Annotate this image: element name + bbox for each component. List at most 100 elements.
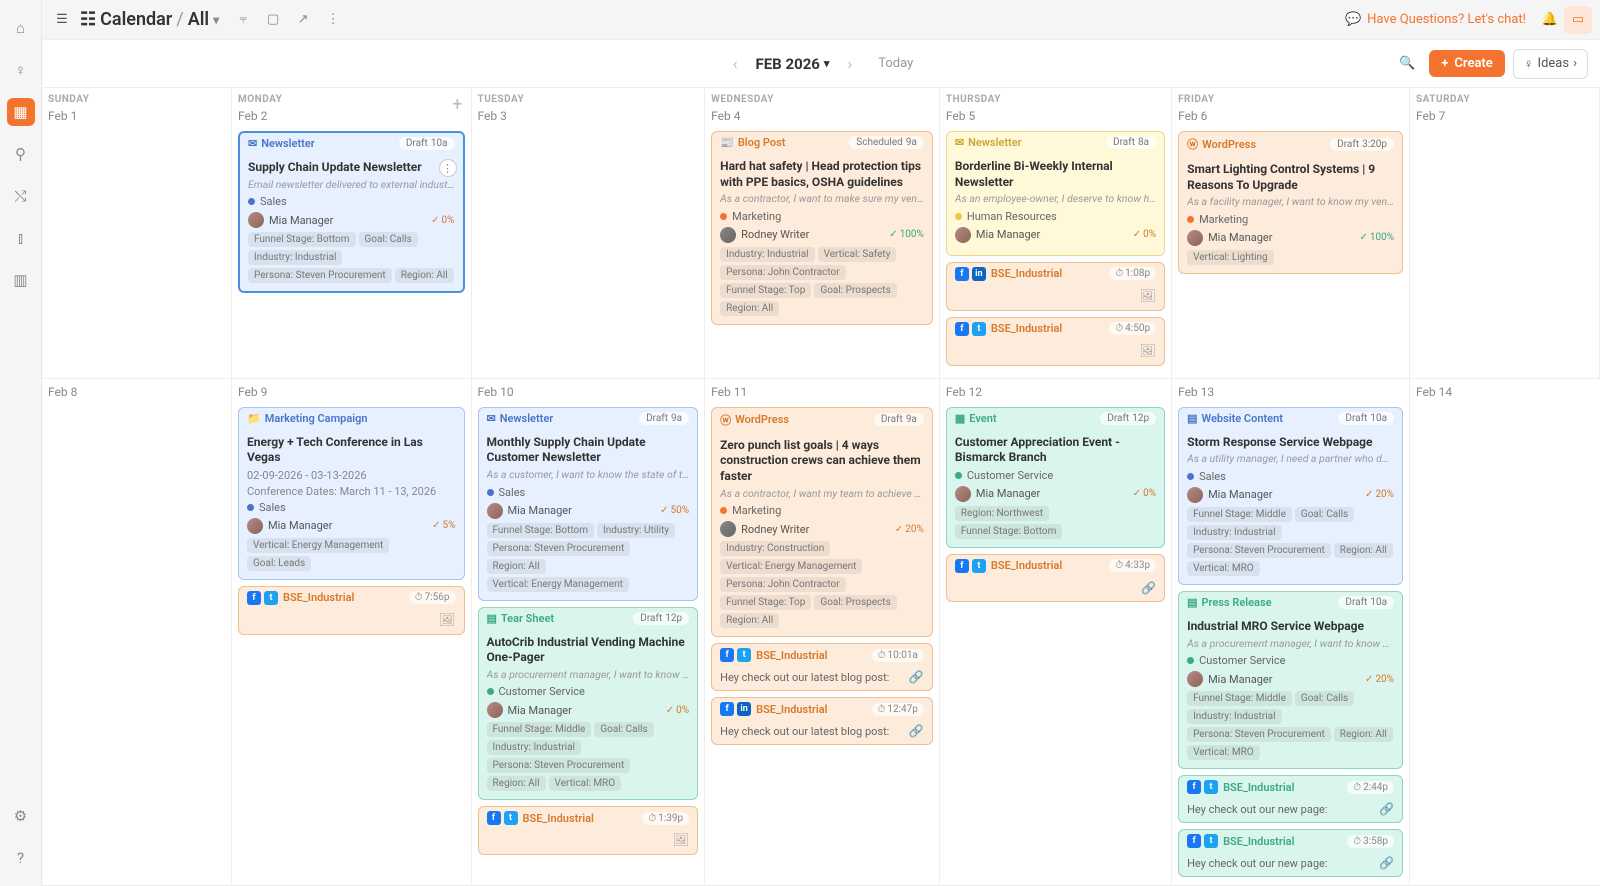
twitter-icon: t <box>264 591 278 605</box>
content-card[interactable]: ▤Press Release Draft10a Industrial MRO S… <box>1178 591 1403 769</box>
avatar <box>720 227 736 243</box>
day-cell[interactable]: Feb 12 ▦Event Draft12p Customer Apprecia… <box>940 379 1172 886</box>
home-icon[interactable]: ⌂ <box>7 14 35 42</box>
facebook-icon: f <box>955 267 969 281</box>
people-icon[interactable]: ⚲ <box>7 140 35 168</box>
social-card[interactable]: ftBSE_Industrial ⏱3:58p Hey check out ou… <box>1178 829 1403 877</box>
avatar <box>1187 671 1203 687</box>
avatar <box>955 227 971 243</box>
image-icon: 🖼 <box>1140 289 1157 304</box>
day-cell[interactable]: Feb 9 📁Marketing Campaign Energy + Tech … <box>232 379 472 886</box>
social-card[interactable]: ftBSE_Industrial ⏱7:56p 🖼 <box>238 586 465 635</box>
content-card[interactable]: 📰Blog Post Scheduled9a Hard hat safety |… <box>711 131 933 325</box>
social-card[interactable]: finBSE_Industrial ⏱12:47p Hey check out … <box>711 697 933 745</box>
facebook-icon: f <box>720 648 734 662</box>
facebook-icon: f <box>955 559 969 573</box>
breadcrumb-filter[interactable]: All ▾ <box>188 9 219 30</box>
avatar <box>955 486 971 502</box>
content-card[interactable]: ✉Newsletter Draft9a Monthly Supply Chain… <box>478 407 699 601</box>
create-button[interactable]: + Create <box>1429 50 1505 77</box>
help-icon[interactable]: ? <box>7 844 35 872</box>
social-card[interactable]: finBSE_Industrial ⏱1:08p 🖼 <box>946 262 1165 311</box>
bulb-icon[interactable]: ♀ <box>7 56 35 84</box>
search-icon[interactable]: 🔍 <box>1393 50 1421 78</box>
link-icon: 🔗 <box>909 670 924 684</box>
topbar: ☰ ☷ Calendar / All ▾ ⫧ ▢ ↗ ⋮ 💬 Have Ques… <box>42 0 1600 40</box>
card-title: Supply Chain Update Newsletter <box>248 160 455 176</box>
book-icon[interactable]: ▭ <box>1564 6 1592 34</box>
day-cell[interactable]: WEDNESDAY Feb 4 📰Blog Post Scheduled9a H… <box>705 88 940 379</box>
today-button[interactable]: Today <box>878 56 913 71</box>
prev-month-icon[interactable]: ‹ <box>729 50 742 77</box>
hamburger-icon[interactable]: ☰ <box>50 8 74 32</box>
gear-icon[interactable]: ⚙ <box>7 802 35 830</box>
avatar <box>720 521 736 537</box>
ideas-button[interactable]: ♀ Ideas › <box>1513 49 1588 79</box>
image-icon: 🖼 <box>439 613 456 628</box>
content-card[interactable]: ▤Website Content Draft10a Storm Response… <box>1178 407 1403 585</box>
avatar <box>1187 230 1203 246</box>
chat-link[interactable]: 💬 Have Questions? Let's chat! <box>1345 12 1526 27</box>
day-cell[interactable]: SUNDAY Feb 1 <box>42 88 232 379</box>
more-icon[interactable]: ⋮ <box>319 6 347 34</box>
status-badge: Scheduled9a <box>849 136 924 149</box>
day-cell[interactable]: Feb 10 ✉Newsletter Draft9a Monthly Suppl… <box>472 379 706 886</box>
left-rail: ⌂ ♀ ▦ ⚲ ⤭ ⫾ ▥ ⚙ ? <box>0 0 42 886</box>
filter-icon[interactable]: ⫧ <box>229 6 257 34</box>
image-icon: 🖼 <box>673 833 690 848</box>
next-month-icon[interactable]: › <box>843 50 856 77</box>
twitter-icon: t <box>1204 834 1218 848</box>
rss-icon: 📰 <box>720 136 734 149</box>
content-card[interactable]: ▤Tear Sheet Draft12p AutoCrib Industrial… <box>478 607 699 801</box>
status-badge: Draft10a <box>399 137 455 150</box>
card-more-icon[interactable]: ⋮ <box>439 159 457 177</box>
day-cell[interactable]: SATURDAY Feb 7 <box>1410 88 1600 379</box>
day-cell[interactable]: Feb 8 <box>42 379 232 886</box>
image-icon: 🖼 <box>1140 344 1157 359</box>
day-cell[interactable]: FRIDAY Feb 6 ⓦWordPress Draft3:20p Smart… <box>1172 88 1410 379</box>
add-item-icon[interactable]: + <box>452 94 462 115</box>
press-icon: ▤ <box>1187 596 1197 609</box>
content-card[interactable]: 📁Marketing Campaign Energy + Tech Confer… <box>238 407 465 580</box>
wordpress-icon: ⓦ <box>1187 136 1198 152</box>
day-cell[interactable]: Feb 13 ▤Website Content Draft10a Storm R… <box>1172 379 1410 886</box>
analytics-icon[interactable]: ⫾ <box>7 224 35 252</box>
content-card[interactable]: ⓦWordPress Draft3:20p Smart Lighting Con… <box>1178 131 1403 274</box>
chevron-down-icon: ▾ <box>824 57 830 70</box>
building-icon[interactable]: ▥ <box>7 266 35 294</box>
facebook-icon: f <box>247 591 261 605</box>
calendar-small-icon: ☷ <box>80 9 96 30</box>
calendar-icon[interactable]: ▦ <box>7 98 35 126</box>
breadcrumb-calendar[interactable]: Calendar <box>100 9 172 30</box>
link-icon: 🔗 <box>1379 856 1394 870</box>
shuffle-icon[interactable]: ⤭ <box>7 182 35 210</box>
subbar: ‹ FEB 2026 ▾ › Today 🔍 + Create ♀ Ideas … <box>42 40 1600 88</box>
social-card[interactable]: ftBSE_Industrial ⏱4:50p 🖼 <box>946 317 1165 366</box>
month-picker[interactable]: FEB 2026 ▾ <box>756 55 830 73</box>
day-cell[interactable]: THURSDAY Feb 5 ✉Newsletter Draft8a Borde… <box>940 88 1172 379</box>
day-cell[interactable]: TUESDAY Feb 3 <box>472 88 706 379</box>
content-card[interactable]: ⓦWordPress Draft9a Zero punch list goals… <box>711 407 933 637</box>
content-card[interactable]: ✉Newsletter Draft8a Borderline Bi-Weekly… <box>946 131 1165 256</box>
content-card[interactable]: ▦Event Draft12p Customer Appreciation Ev… <box>946 407 1165 548</box>
avatar <box>1187 487 1203 503</box>
bulb-small-icon: ♀ <box>1524 56 1534 72</box>
social-card[interactable]: ftBSE_Industrial ⏱2:44p Hey check out ou… <box>1178 775 1403 823</box>
chat-icon: 💬 <box>1345 12 1361 27</box>
twitter-icon: t <box>972 322 986 336</box>
link-icon: 🔗 <box>1141 581 1156 595</box>
social-card[interactable]: ftBSE_Industrial ⏱10:01a Hey check out o… <box>711 643 933 691</box>
share-icon[interactable]: ↗ <box>289 6 317 34</box>
day-cell[interactable]: MONDAY Feb 2 + ⋮ ✉Newsletter Draft10a Su… <box>232 88 472 379</box>
doc-icon: ▤ <box>487 612 497 625</box>
content-card[interactable]: ⋮ ✉Newsletter Draft10a Supply Chain Upda… <box>238 131 465 293</box>
link-icon: 🔗 <box>909 724 924 738</box>
day-cell[interactable]: Feb 14 <box>1410 379 1600 886</box>
social-card[interactable]: ftBSE_Industrial ⏱4:33p 🔗 <box>946 554 1165 602</box>
social-card[interactable]: ftBSE_Industrial ⏱1:39p 🖼 <box>478 806 699 855</box>
day-cell[interactable]: Feb 11 ⓦWordPress Draft9a Zero punch lis… <box>705 379 940 886</box>
screen-icon[interactable]: ▢ <box>259 6 287 34</box>
progress-badge: ✓0% <box>431 215 454 226</box>
page-icon: ▤ <box>1187 412 1197 425</box>
bell-icon[interactable]: 🔔 <box>1536 6 1564 34</box>
